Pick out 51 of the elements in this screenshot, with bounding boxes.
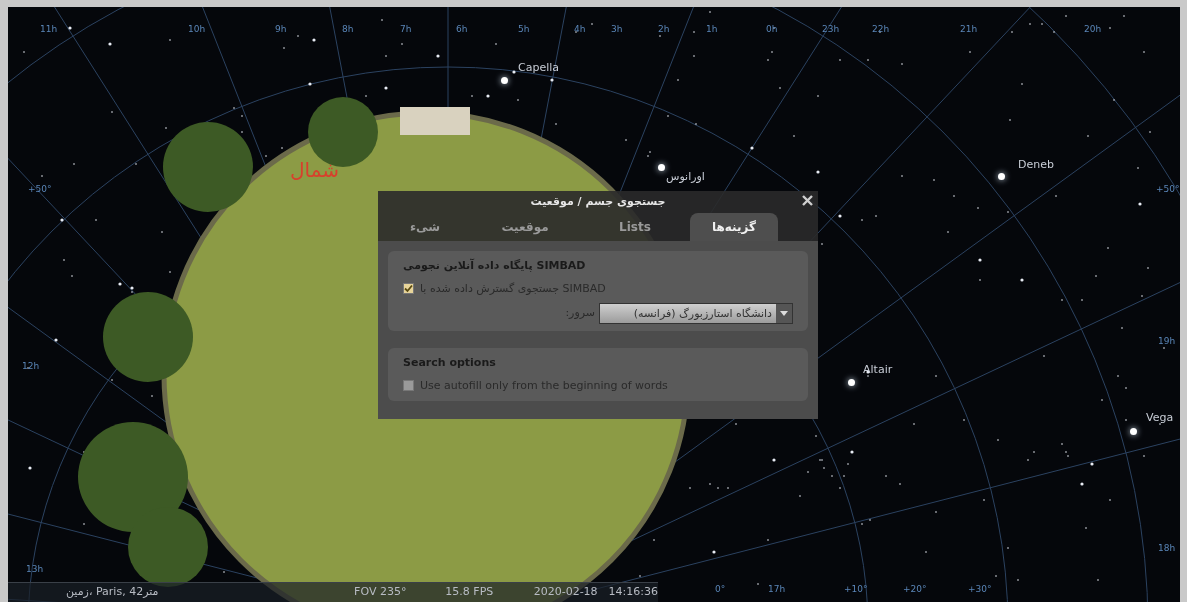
location-text: زمین، Paris, 42متر [66, 584, 160, 601]
dialog-tab[interactable]: موقعیت [470, 213, 580, 241]
star-label: Vega [1146, 412, 1174, 423]
fov-text: FOV 235° [354, 584, 408, 601]
dialog-tab[interactable]: Lists [580, 213, 690, 241]
server-dropdown[interactable]: دانشگاه استارزبورگ (فرانسه) [599, 303, 793, 324]
grid-label: +50° [1156, 185, 1180, 194]
grid-label: +50° [28, 185, 52, 194]
grid-label: 2h [658, 25, 670, 34]
grid-label: 3h [611, 25, 623, 34]
star-label: Altair [863, 364, 893, 375]
grid-label: 10h [188, 25, 206, 34]
group-title: SIMBAD پایگاه داده آنلاین نجومی [403, 258, 586, 274]
grid-label: 9h [275, 25, 287, 34]
time-text: 14:16:36 [608, 584, 658, 601]
checkbox[interactable] [403, 283, 414, 295]
dialog-tab[interactable]: شیء [380, 213, 470, 241]
grid-label: +20° [903, 585, 927, 594]
grid-label: 0° [715, 585, 726, 594]
grid-label: 19h [1158, 337, 1176, 346]
date-text: 2020-02-18 [533, 584, 599, 601]
grid-label: 22h [872, 25, 890, 34]
grid-label: 5h [518, 25, 530, 34]
grid-label: 13h [26, 565, 44, 574]
grid-label: 8h [342, 25, 354, 34]
dialog-tab[interactable]: گزینه‌ها [690, 213, 778, 241]
grid-label: +30° [968, 585, 992, 594]
grid-label: 17h [768, 585, 786, 594]
grid-label: 11h [40, 25, 58, 34]
grid-label: 21h [960, 25, 978, 34]
grid-label: +10° [844, 585, 868, 594]
caret-icon [780, 311, 788, 316]
grid-label: 7h [400, 25, 412, 34]
group-title: Search options [403, 355, 496, 371]
fps-text: 15.8 FPS [445, 584, 495, 601]
close-icon [801, 194, 813, 206]
grid-label: 1h [706, 25, 718, 34]
grid-label: 0h [766, 25, 778, 34]
grid-label: 20h [1084, 25, 1102, 34]
grid-label: 4h [574, 25, 586, 34]
cardinal-label: شمال [290, 160, 339, 180]
grid-label: 6h [456, 25, 468, 34]
close-button[interactable] [800, 193, 814, 207]
grid-label: 12h [22, 362, 40, 371]
star-label: اورانوس [666, 171, 705, 182]
grid-label: 18h [1158, 544, 1176, 553]
star-label: Capella [518, 62, 560, 73]
grid-label: 23h [822, 25, 840, 34]
dialog-title: جستجوی جسم / موقعیت [530, 193, 666, 210]
star-label: Deneb [1018, 159, 1054, 170]
checkbox[interactable] [403, 380, 414, 392]
